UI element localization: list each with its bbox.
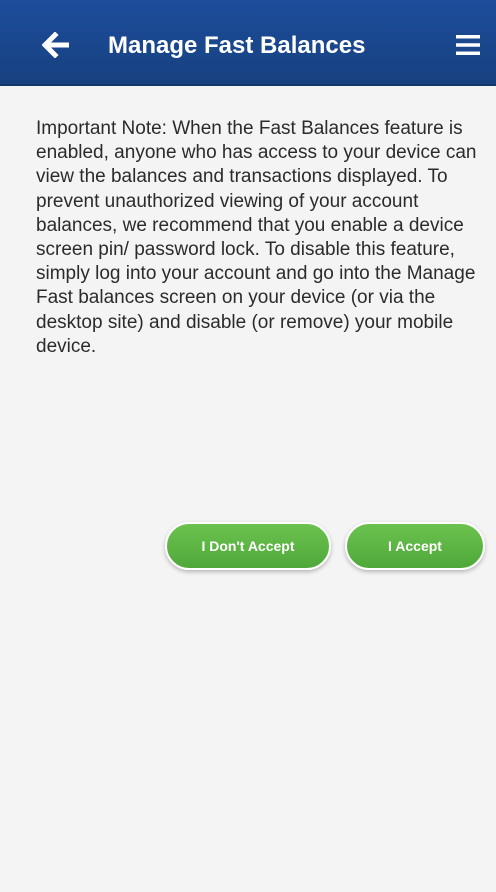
main-content: Important Note: When the Fast Balances f… xyxy=(36,117,492,359)
back-button[interactable] xyxy=(34,22,80,68)
decline-button[interactable]: I Don't Accept xyxy=(165,522,331,570)
app-header: Manage Fast Balances xyxy=(0,0,496,86)
important-note-text: Important Note: When the Fast Balances f… xyxy=(36,118,477,357)
page-title: Manage Fast Balances xyxy=(108,32,366,59)
arrow-left-icon xyxy=(42,32,69,58)
accept-button[interactable]: I Accept xyxy=(345,522,485,570)
menu-button[interactable] xyxy=(448,25,488,65)
hamburger-menu-icon xyxy=(456,35,480,55)
